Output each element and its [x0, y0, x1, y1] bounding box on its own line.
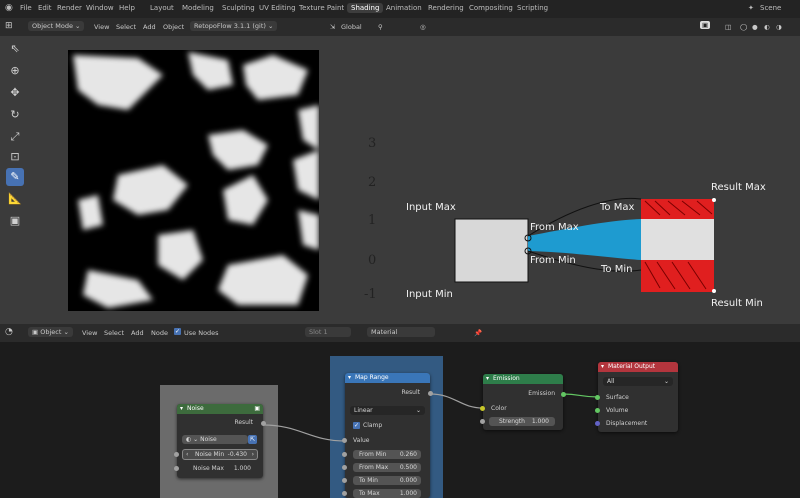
emission-output-socket[interactable] — [561, 392, 566, 397]
noise-node-header[interactable]: ▾ Noise ▣ — [177, 404, 263, 414]
to-min-field[interactable]: To Min 0.000 — [353, 476, 421, 485]
map-range-header[interactable]: ▾ Map Range — [345, 373, 430, 383]
to-max-value: 1.000 — [399, 490, 417, 497]
emission-color-label: Color — [491, 405, 507, 412]
from-max-field[interactable]: From Max 0.500 — [353, 463, 421, 472]
surface-label: Surface — [606, 394, 629, 401]
displacement-label: Displacement — [606, 420, 648, 427]
noise-type-label: Noise — [200, 436, 217, 443]
from-max-label: From Max — [359, 464, 389, 471]
strength-field[interactable]: Strength 1.000 — [489, 417, 555, 426]
noise-min-label: Noise Min — [195, 451, 225, 458]
map-range-result-socket[interactable] — [428, 391, 433, 396]
strength-socket[interactable] — [480, 419, 485, 424]
to-max-field[interactable]: To Max 1.000 — [353, 489, 421, 498]
collapse-arrow-icon[interactable]: ▾ — [348, 373, 351, 383]
volume-socket[interactable] — [595, 408, 600, 413]
noise-result-socket[interactable] — [261, 421, 266, 426]
emission-title: Emission — [493, 375, 520, 382]
from-max-socket[interactable] — [342, 465, 347, 470]
value-socket[interactable] — [342, 438, 347, 443]
noise-max-value: 1.000 — [233, 465, 251, 472]
map-range-node[interactable]: ▾ Map Range Result Linear ⌄ ✓ Clamp Valu… — [342, 373, 433, 498]
link-emission-to-output — [562, 393, 599, 398]
interpolation-label: Linear — [354, 407, 373, 414]
noise-min-field[interactable]: ‹ Noise Min -0.430 › — [182, 449, 258, 460]
collapse-arrow-icon[interactable]: ▾ — [601, 362, 604, 372]
noise-min-socket[interactable] — [174, 452, 179, 457]
strength-label: Strength — [499, 418, 525, 425]
from-max-value: 0.500 — [399, 464, 417, 471]
emission-color-socket[interactable] — [480, 406, 485, 411]
noise-max-label: Noise Max — [193, 465, 224, 472]
emission-node[interactable]: ▾ Emission Emission Color Strength 1.000 — [480, 374, 566, 430]
link-noise-to-map — [262, 424, 346, 442]
to-min-socket[interactable] — [342, 478, 347, 483]
noise-min-value: -0.430 — [227, 451, 247, 458]
noise-result-label: Result — [234, 419, 253, 426]
surface-socket[interactable] — [595, 395, 600, 400]
to-min-value: 0.000 — [399, 477, 417, 484]
clamp-label: Clamp — [363, 422, 383, 429]
emission-output-label: Emission — [528, 390, 555, 397]
material-output-header[interactable]: ▾ Material Output — [598, 362, 678, 372]
map-range-result-label: Result — [401, 389, 420, 396]
volume-label: Volume — [606, 407, 629, 414]
render-target-dropdown[interactable]: All ⌄ — [603, 377, 673, 386]
emission-header[interactable]: ▾ Emission — [483, 374, 563, 384]
from-min-value: 0.260 — [399, 451, 417, 458]
link-map-to-emission — [429, 393, 484, 409]
material-output-title: Material Output — [608, 363, 656, 370]
from-min-socket[interactable] — [342, 452, 347, 457]
to-max-socket[interactable] — [342, 491, 347, 496]
collapse-arrow-icon[interactable]: ▾ — [486, 374, 489, 384]
material-output-node[interactable]: ▾ Material Output All ⌄ Surface Volume D… — [595, 362, 678, 432]
render-target-label: All — [607, 378, 615, 385]
edit-group-icon[interactable]: ⇱ — [248, 435, 257, 444]
strength-value: 1.000 — [531, 418, 549, 425]
collapse-arrow-icon[interactable]: ▾ — [180, 404, 183, 414]
noise-type-dropdown[interactable]: ◐ ⌄ Noise — [182, 435, 248, 444]
from-min-field[interactable]: From Min 0.260 — [353, 450, 421, 459]
clamp-checkbox[interactable]: ✓ — [353, 422, 360, 429]
node-group-icon[interactable]: ▣ — [254, 404, 260, 414]
from-min-label: From Min — [359, 451, 387, 458]
value-label: Value — [353, 437, 370, 444]
map-range-title: Map Range — [355, 374, 389, 381]
to-max-label: To Max — [359, 490, 380, 497]
interpolation-dropdown[interactable]: Linear ⌄ — [350, 406, 425, 415]
noise-max-socket[interactable] — [174, 466, 179, 471]
noise-node[interactable]: ▾ Noise ▣ Result ◐ ⌄ Noise ⇱ ‹ Noise Min… — [174, 404, 266, 478]
to-min-label: To Min — [359, 477, 378, 484]
displacement-socket[interactable] — [595, 421, 600, 426]
noise-title: Noise — [187, 405, 204, 412]
